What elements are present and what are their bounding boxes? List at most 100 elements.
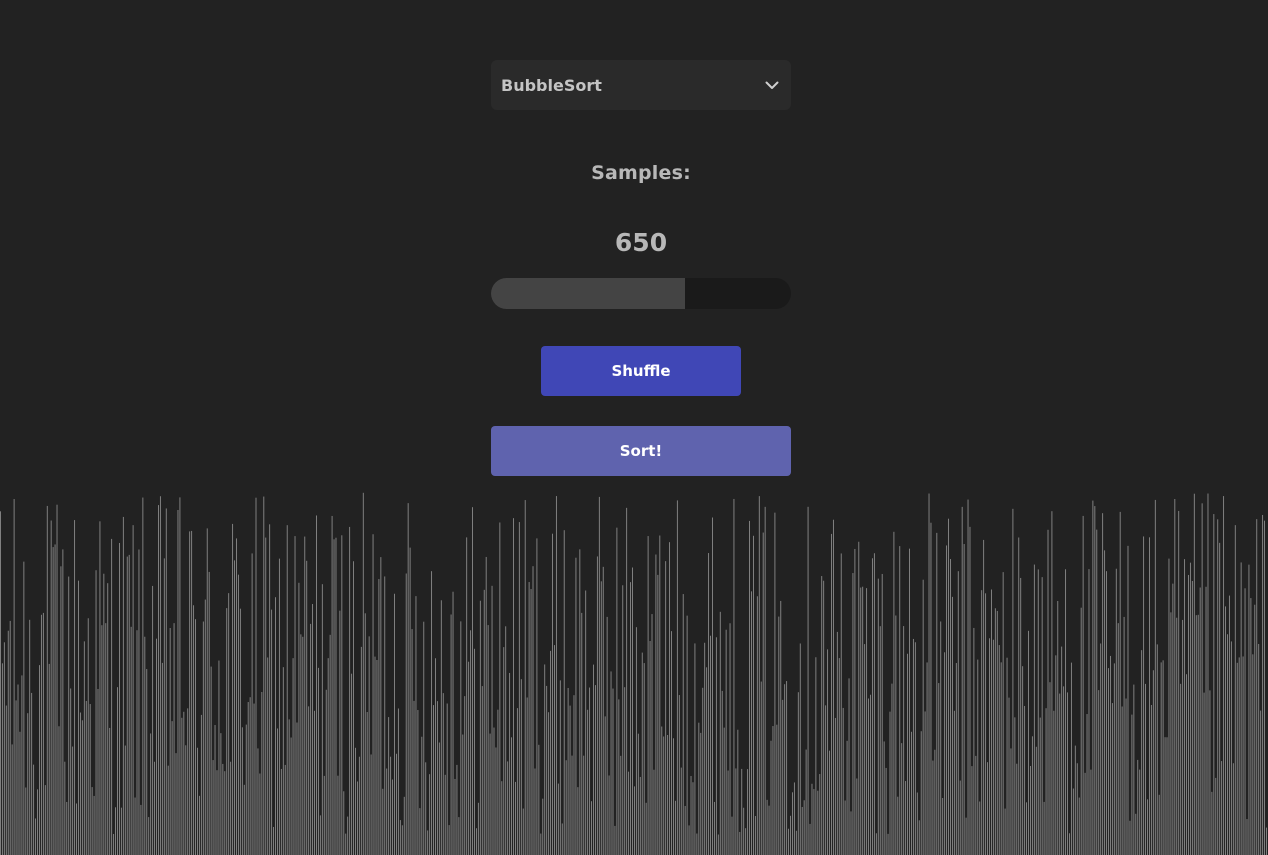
sample-bar	[1121, 706, 1123, 855]
sample-bar	[1074, 745, 1076, 855]
sample-bar	[1008, 697, 1010, 855]
sample-bar	[823, 580, 825, 855]
sample-bar	[1100, 643, 1102, 855]
sample-bar	[1115, 568, 1117, 855]
sample-bar	[538, 744, 540, 855]
sample-bar	[251, 553, 253, 855]
sample-bar	[388, 717, 390, 855]
sample-bar	[230, 761, 232, 855]
sample-bar	[561, 823, 563, 855]
sample-bar	[669, 542, 671, 855]
sample-bar	[99, 521, 101, 855]
sample-bar	[1209, 690, 1211, 855]
sample-bar	[1123, 616, 1125, 855]
shuffle-button[interactable]: Shuffle	[541, 346, 741, 396]
sample-bar	[575, 557, 577, 855]
sample-bar	[723, 727, 725, 855]
sample-bar	[901, 743, 903, 855]
sample-bar	[565, 760, 567, 855]
sample-bar	[702, 687, 704, 855]
sample-bar	[1108, 668, 1109, 855]
sample-bar	[909, 548, 910, 855]
sample-bar	[596, 556, 598, 855]
sample-bar	[674, 800, 676, 855]
sample-bar	[435, 658, 436, 855]
sample-bar	[1244, 588, 1246, 855]
sample-bar	[374, 656, 376, 855]
sample-bar	[339, 610, 341, 855]
sample-bar	[795, 830, 797, 855]
sample-bar	[347, 816, 349, 855]
sample-bar	[899, 546, 901, 855]
sample-bar	[817, 790, 819, 855]
sample-bar	[754, 816, 756, 855]
sample-bar	[273, 826, 275, 855]
sample-bar	[48, 663, 50, 855]
algorithm-select[interactable]: BubbleSort	[491, 60, 791, 110]
sample-bar	[1109, 655, 1111, 855]
sample-bar	[1037, 569, 1039, 855]
sample-bar	[1223, 496, 1225, 855]
sample-bar	[193, 605, 195, 855]
sample-bar	[635, 627, 637, 855]
sample-bar	[7, 630, 9, 855]
sample-bar	[673, 738, 674, 855]
sample-bar	[1162, 660, 1164, 855]
sample-bar	[542, 798, 544, 855]
sample-bar	[831, 533, 832, 855]
sample-bar	[1133, 684, 1135, 855]
sample-bar	[91, 787, 93, 855]
sample-bar	[454, 778, 456, 855]
sample-bar	[288, 719, 290, 855]
sample-bar	[136, 630, 138, 855]
sample-bar	[634, 786, 635, 855]
sample-bar	[269, 524, 271, 855]
sample-bar	[138, 549, 140, 855]
sample-bar	[1090, 769, 1092, 855]
sample-bar	[35, 818, 37, 855]
samples-label: Samples:	[591, 162, 691, 184]
sample-bar	[515, 781, 516, 855]
sample-bar	[197, 747, 198, 855]
sample-bar	[889, 711, 891, 855]
sample-bar	[663, 736, 665, 855]
sample-bar	[1127, 545, 1129, 855]
sample-bar	[737, 729, 739, 855]
sample-bar	[743, 807, 745, 855]
sample-bar	[1238, 657, 1240, 855]
sample-bar	[885, 767, 887, 855]
sample-bar	[1193, 493, 1195, 855]
sample-bar	[690, 775, 692, 855]
sample-bar	[1082, 515, 1084, 855]
samples-slider[interactable]	[491, 278, 791, 309]
sample-bar	[444, 774, 446, 855]
chevron-down-icon	[763, 76, 781, 94]
sample-bar	[415, 596, 417, 855]
sample-bar	[854, 548, 856, 855]
sample-bar	[608, 775, 610, 855]
sample-bar	[3, 642, 5, 855]
sample-bar	[345, 833, 347, 855]
sample-bar	[177, 510, 179, 855]
sample-bar	[1063, 686, 1065, 855]
sample-bar	[848, 678, 850, 855]
sample-bar	[450, 614, 452, 855]
sample-bar	[491, 585, 493, 855]
sample-bar	[349, 526, 351, 855]
sample-bar	[1262, 514, 1264, 855]
sample-bar	[868, 698, 869, 855]
sample-bar	[234, 560, 235, 855]
sample-bar	[821, 576, 823, 855]
sample-bar	[788, 828, 790, 855]
sample-bar	[684, 805, 686, 855]
sample-bar	[128, 554, 130, 855]
sample-bar	[713, 801, 715, 855]
sample-bar	[1147, 799, 1148, 855]
sort-button[interactable]: Sort!	[491, 426, 791, 476]
sample-bar	[604, 716, 606, 855]
sample-bar	[25, 787, 27, 855]
sample-bar	[665, 561, 667, 855]
sample-bar	[969, 526, 971, 855]
sample-bar	[446, 703, 448, 855]
sample-bar	[142, 497, 144, 855]
